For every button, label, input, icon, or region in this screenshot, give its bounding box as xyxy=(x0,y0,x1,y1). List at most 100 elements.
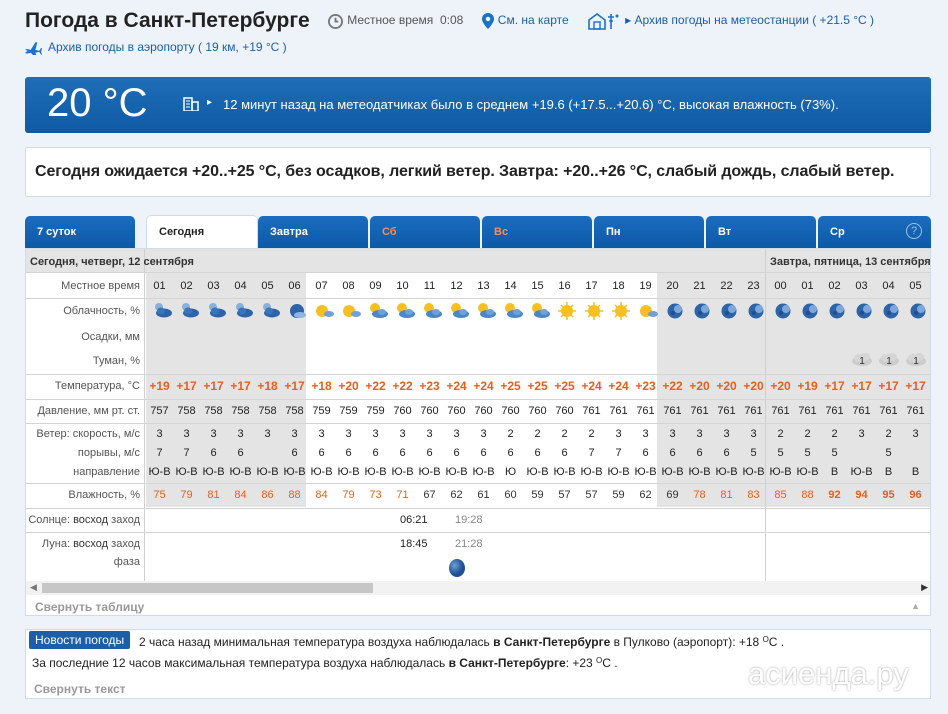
hours-cell: 13 xyxy=(477,280,490,292)
humidity-cell: 78 xyxy=(693,489,706,501)
gusts-cell: 5 xyxy=(831,447,838,459)
moonset-time: 21:28 xyxy=(455,538,483,550)
pressure-cell: 761 xyxy=(636,405,655,417)
table-scrollbar[interactable]: ◀ ▶ xyxy=(26,581,930,595)
tab-monday[interactable]: Пн xyxy=(594,216,704,248)
map-link[interactable]: См. на карте xyxy=(481,13,569,29)
station-archive-link[interactable]: ▸ Архив погоды на метеостанции ( +21.5 °… xyxy=(587,12,874,30)
row-divider xyxy=(26,483,930,484)
scroll-left-arrow[interactable]: ◀ xyxy=(30,582,37,593)
temps-cell: +19 xyxy=(149,379,170,393)
pressure-cell: 759 xyxy=(339,405,358,417)
moon-icon xyxy=(667,303,683,319)
airport-archive-label[interactable]: Архив погоды в аэропорту ( 19 км, +19 °C… xyxy=(48,40,287,54)
moon-icon xyxy=(910,303,926,319)
wind-cell: 3 xyxy=(318,428,325,440)
station-icon xyxy=(588,13,619,30)
news-badge[interactable]: Новости погоды xyxy=(29,631,131,649)
hours-cell: 19 xyxy=(639,280,652,292)
sun-cloud-icon xyxy=(505,303,523,318)
dir-cell: Ю-В xyxy=(337,466,360,478)
hours-cell: 04 xyxy=(234,280,247,292)
map-link-label[interactable]: См. на карте xyxy=(498,13,569,27)
humidity-cell: 71 xyxy=(396,489,409,501)
temps-cell: +18 xyxy=(311,379,332,393)
cloudiness-icon xyxy=(608,301,635,320)
tab-sunday[interactable]: Вс xyxy=(482,216,592,248)
cloudiness-icon xyxy=(824,301,851,319)
station-archive-label[interactable]: Архив погоды на метеостанции ( +21.5 °C … xyxy=(634,13,874,27)
map-pin-icon xyxy=(481,13,494,29)
humidity-cell: 83 xyxy=(747,489,760,501)
humidity-cell: 81 xyxy=(207,489,220,501)
cloudiness-icon xyxy=(743,301,770,319)
wind-cell: 3 xyxy=(426,428,433,440)
forecast-summary: Сегодня ожидается +20..+25 °C, без осадк… xyxy=(25,147,931,197)
row-divider xyxy=(26,374,930,375)
tab-7days[interactable]: 7 суток xyxy=(25,216,135,248)
collapse-text-button[interactable]: Свернуть текст xyxy=(34,682,126,696)
hours-cell: 01 xyxy=(153,280,166,292)
tab-saturday[interactable]: Сб xyxy=(370,216,480,248)
tab-today[interactable]: Сегодня xyxy=(146,215,258,248)
row-label-temp: Температура, °C xyxy=(54,380,140,392)
gusts-cell: 7 xyxy=(156,447,163,459)
temps-cell: +20 xyxy=(716,379,737,393)
airport-archive-link[interactable]: Архив погоды в аэропорту ( 19 км, +19 °C… xyxy=(25,40,287,58)
humidity-cell: 57 xyxy=(558,489,571,501)
cloudiness-icon xyxy=(797,301,824,319)
scroll-right-arrow[interactable]: ▶ xyxy=(921,582,928,593)
sun-cloud-icon xyxy=(451,303,469,318)
wind-cell: 2 xyxy=(507,428,514,440)
temps-cell: +25 xyxy=(527,379,548,393)
news-line-2-city: в Санкт-Петербурге xyxy=(448,656,566,670)
row-label-humidity: Влажность, % xyxy=(68,489,140,501)
dir-cell: Ю-В xyxy=(553,466,576,478)
tab-wednesday[interactable]: Ср? xyxy=(818,216,931,248)
pressure-cell: 761 xyxy=(609,405,628,417)
row-divider xyxy=(26,508,930,509)
row-label-sun: Солнце: восход заход xyxy=(26,514,140,526)
humidity-cell: 81 xyxy=(720,489,733,501)
gusts-cell: 6 xyxy=(210,447,217,459)
collapse-table-button[interactable]: Свернуть таблицу xyxy=(35,600,144,614)
news-line-2: За последние 12 часов максимальная темпе… xyxy=(32,656,618,670)
fog-cloud-icon: 1 xyxy=(851,353,872,367)
collapse-arrow-icon[interactable]: ▲ xyxy=(911,601,920,611)
tab-tomorrow[interactable]: Завтра xyxy=(258,216,368,248)
moon-set-label: заход xyxy=(111,538,140,550)
humidity-cell: 96 xyxy=(909,489,922,501)
pressure-cell: 758 xyxy=(285,405,304,417)
wind-cell: 3 xyxy=(345,428,352,440)
wind-cell: 3 xyxy=(264,428,271,440)
humidity-cell: 73 xyxy=(369,489,382,501)
cloudiness-icon xyxy=(851,301,878,319)
pressure-cell: 760 xyxy=(474,405,493,417)
pressure-cell: 761 xyxy=(717,405,736,417)
cloud-moon-icon xyxy=(209,303,226,318)
gusts-cell: 6 xyxy=(561,447,568,459)
dir-cell: Ю-В xyxy=(202,466,225,478)
wind-cell: 3 xyxy=(399,428,406,440)
hours-cell: 03 xyxy=(855,280,868,292)
pressure-cell: 761 xyxy=(825,405,844,417)
moon-icon xyxy=(775,303,791,319)
gusts-cell: 6 xyxy=(426,447,433,459)
wind-cell: 2 xyxy=(561,428,568,440)
news-line-1-text: 2 часа назад минимальная температура воз… xyxy=(139,635,494,649)
tab-tuesday[interactable]: Вт xyxy=(706,216,816,248)
temps-cell: +20 xyxy=(689,379,710,393)
humidity-cell: 79 xyxy=(342,489,355,501)
hours-cell: 09 xyxy=(369,280,382,292)
pressure-cell: 761 xyxy=(798,405,817,417)
help-icon[interactable]: ? xyxy=(906,223,922,239)
moon-rise-label: восход xyxy=(73,538,109,550)
cloudiness-icon xyxy=(284,301,311,319)
news-line-2-text: За последние 12 часов максимальная темпе… xyxy=(32,656,449,670)
wind-cell: 3 xyxy=(912,428,919,440)
humidity-cell: 84 xyxy=(315,489,328,501)
cloud-moon-icon xyxy=(182,303,199,318)
pressure-cell: 758 xyxy=(258,405,277,417)
wind-cell: 3 xyxy=(291,428,298,440)
scrollbar-thumb[interactable] xyxy=(42,583,373,593)
